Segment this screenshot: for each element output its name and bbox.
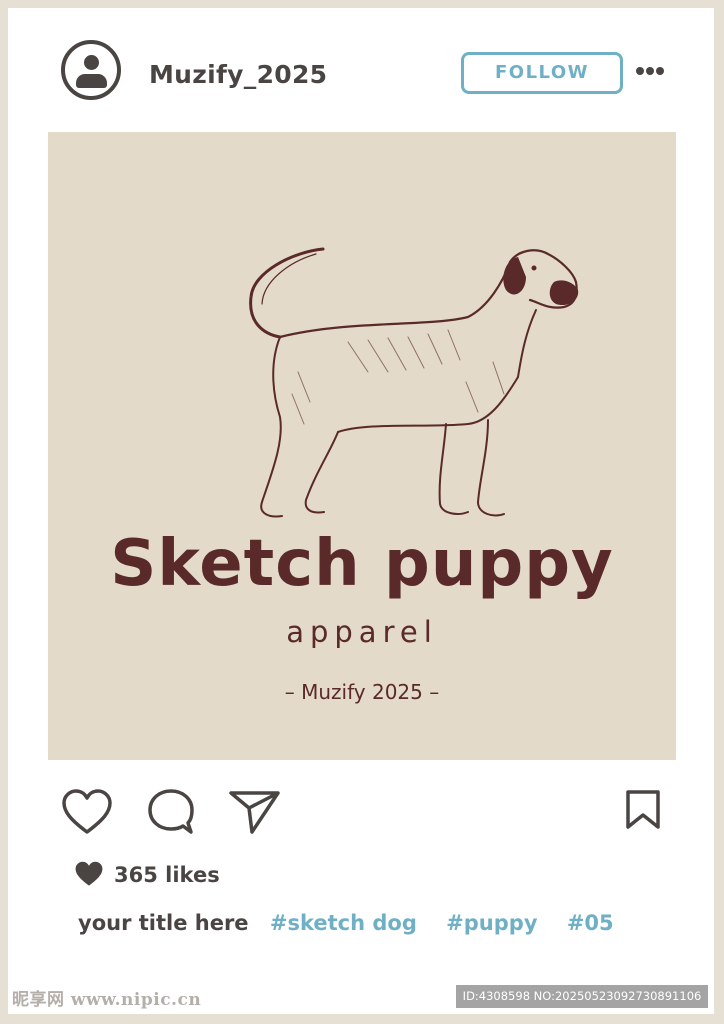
caption: your title here #sketch dog #puppy #05 bbox=[78, 911, 636, 935]
brand-subtitle: apparel bbox=[286, 615, 438, 649]
brand-title: Sketch puppy bbox=[110, 527, 614, 601]
avatar-head bbox=[84, 55, 99, 70]
post-card: Muzify_2025 FOLLOW Sketch puppy apparel … bbox=[8, 8, 714, 1014]
hashtag-link[interactable]: #sketch dog bbox=[270, 911, 417, 935]
hashtag-link[interactable]: #05 bbox=[567, 911, 614, 935]
brand-tagline: – Muzify 2025 – bbox=[284, 680, 440, 704]
sketch-dog-illustration bbox=[249, 247, 579, 518]
image-id-bar: ID:4308598 NO:20250523092730891106 bbox=[456, 985, 708, 1008]
caption-title: your title here bbox=[78, 911, 249, 935]
heart-icon[interactable] bbox=[61, 788, 113, 836]
send-icon[interactable] bbox=[228, 788, 282, 836]
avatar-body bbox=[76, 74, 107, 88]
heart-filled-icon bbox=[75, 861, 103, 886]
post-header: Muzify_2025 FOLLOW bbox=[8, 8, 714, 128]
more-dots-icon[interactable] bbox=[635, 63, 665, 79]
follow-button[interactable]: FOLLOW bbox=[461, 52, 623, 94]
likes-row: 365 likes bbox=[73, 860, 220, 890]
username[interactable]: Muzify_2025 bbox=[149, 60, 327, 89]
user-avatar-icon[interactable] bbox=[61, 40, 121, 100]
post-image[interactable]: Sketch puppy apparel – Muzify 2025 – bbox=[48, 132, 676, 760]
bookmark-icon[interactable] bbox=[624, 789, 662, 831]
likes-count[interactable]: 365 likes bbox=[114, 863, 220, 887]
comment-icon[interactable] bbox=[146, 787, 196, 837]
hashtag-link[interactable]: #puppy bbox=[446, 911, 537, 935]
site-watermark: 昵享网 www.nipic.cn bbox=[12, 990, 202, 1010]
